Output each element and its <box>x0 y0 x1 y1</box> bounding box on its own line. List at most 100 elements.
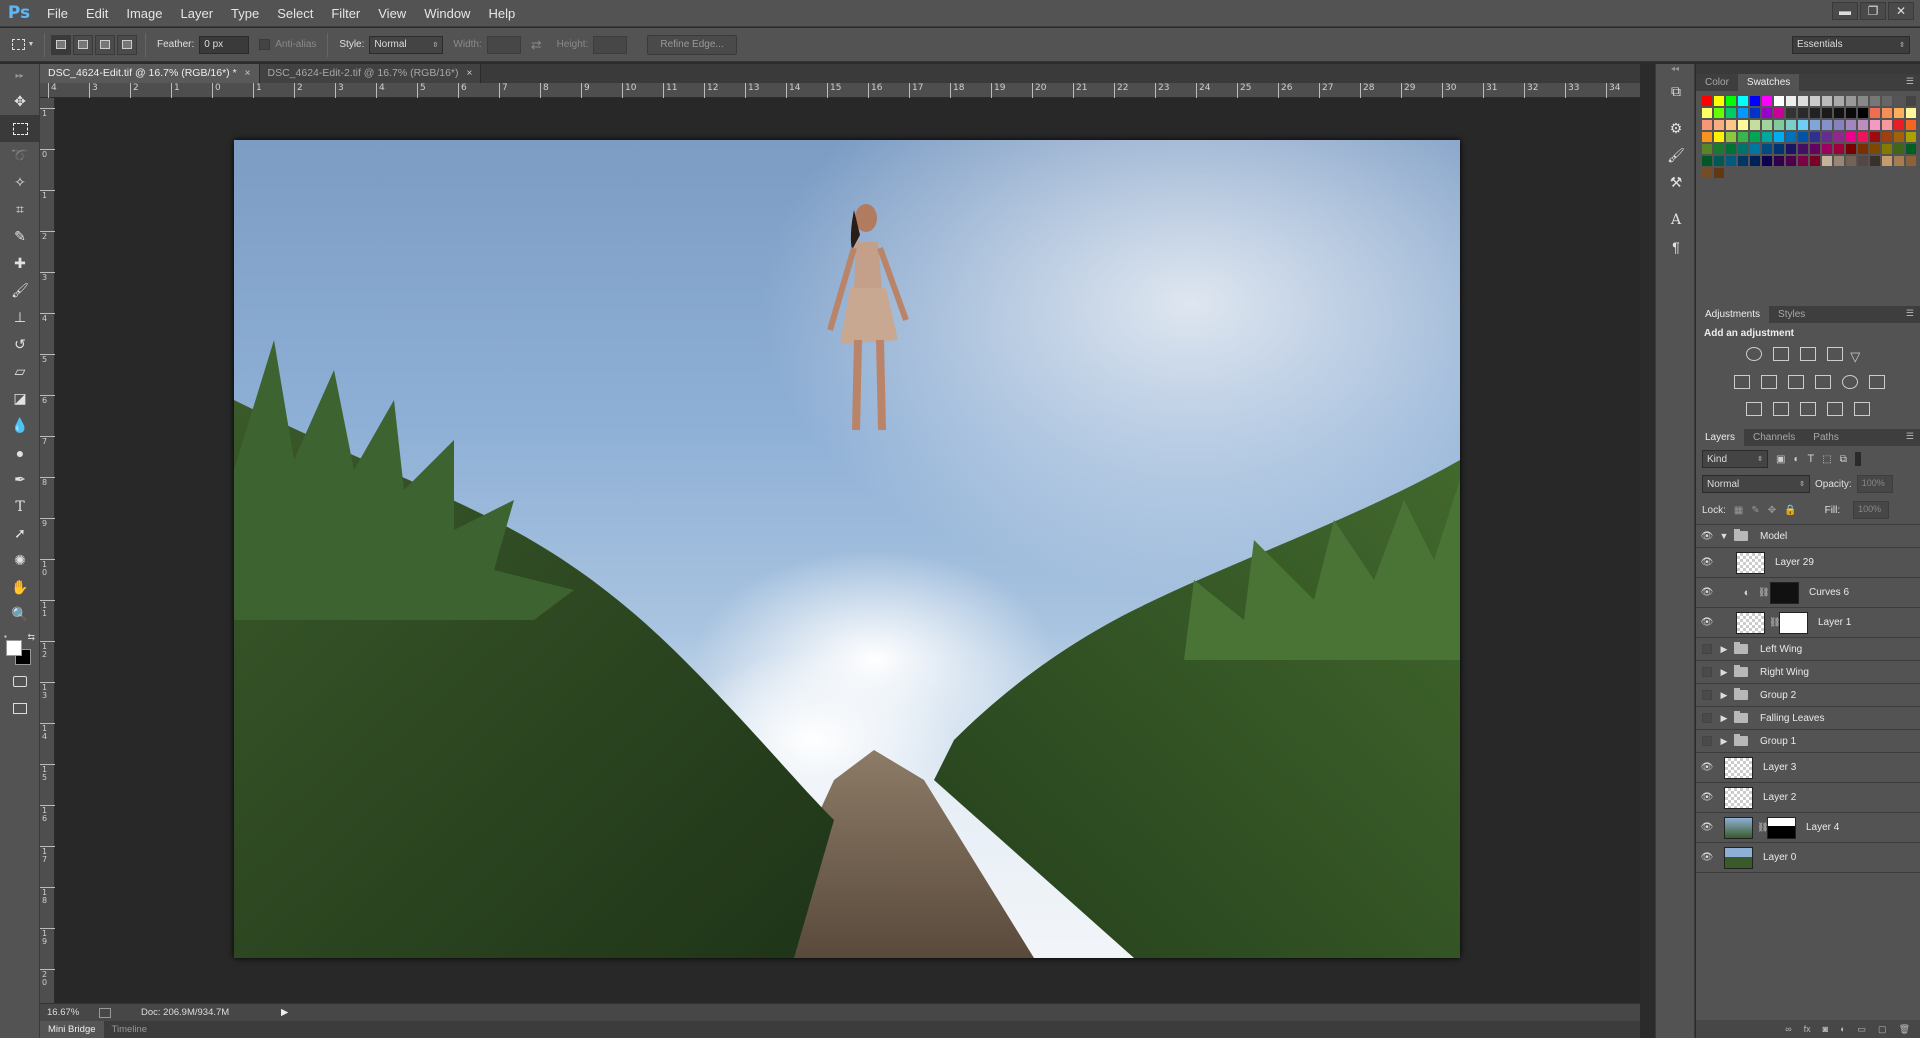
swatch[interactable] <box>1762 96 1772 106</box>
menu-help[interactable]: Help <box>479 0 524 27</box>
swatch[interactable] <box>1774 144 1784 154</box>
document-image[interactable] <box>234 140 1460 958</box>
layer-name[interactable]: Falling Leaves <box>1760 713 1824 724</box>
height-input[interactable] <box>593 35 628 54</box>
swatch[interactable] <box>1798 120 1808 130</box>
swatch[interactable] <box>1714 132 1724 142</box>
new-layer-icon[interactable]: ▢ <box>1878 1024 1887 1035</box>
magic-wand-icon[interactable]: ✧ <box>0 169 40 196</box>
foreground-color[interactable] <box>6 640 22 656</box>
layer-kind-filter[interactable]: Kind ⇳ <box>1702 450 1768 468</box>
tab-paths[interactable]: Paths <box>1804 429 1848 446</box>
mask-thumbnail[interactable] <box>1767 816 1796 839</box>
swatch[interactable] <box>1714 144 1724 154</box>
character-panel-icon[interactable]: A <box>1656 206 1696 233</box>
eye-icon[interactable]: 👁 <box>1696 557 1718 568</box>
channel-mixer-icon[interactable] <box>1842 375 1859 389</box>
layer-row[interactable]: 👁 ◐ ⛓ Curves 6 <box>1696 578 1920 608</box>
swatch[interactable] <box>1714 156 1724 166</box>
swatch[interactable] <box>1810 108 1820 118</box>
swatch[interactable] <box>1810 120 1820 130</box>
swatch[interactable] <box>1762 132 1772 142</box>
swatch[interactable] <box>1774 108 1784 118</box>
swap-dimensions-icon[interactable]: ⇄ <box>531 37 542 53</box>
swatch[interactable] <box>1822 120 1832 130</box>
swatch[interactable] <box>1738 144 1748 154</box>
swatch[interactable] <box>1834 120 1844 130</box>
zoom-level[interactable]: 16.67% <box>47 1007 95 1018</box>
swatch[interactable] <box>1750 120 1760 130</box>
refine-edge-button[interactable]: Refine Edge... <box>647 34 737 55</box>
swatch[interactable] <box>1786 108 1796 118</box>
brightness-icon[interactable] <box>1746 347 1762 361</box>
swatch[interactable] <box>1798 108 1808 118</box>
add-to-selection-button[interactable] <box>73 34 93 55</box>
status-menu-arrow-icon[interactable]: ▶ <box>281 1007 288 1018</box>
menu-filter[interactable]: Filter <box>322 0 369 27</box>
layer-row[interactable]: ▶ Falling Leaves <box>1696 707 1920 730</box>
layer-row[interactable]: ▶ Left Wing <box>1696 638 1920 661</box>
swatch[interactable] <box>1762 156 1772 166</box>
tab-document-1[interactable]: DSC_4624-Edit.tif @ 16.7% (RGB/16*) * × <box>40 64 260 83</box>
swatch[interactable] <box>1882 156 1892 166</box>
swatch[interactable] <box>1846 96 1856 106</box>
filter-smart-object-icon[interactable]: ⧉ <box>1840 454 1847 465</box>
swatch[interactable] <box>1834 108 1844 118</box>
tab-document-2[interactable]: DSC_4624-Edit-2.tif @ 16.7% (RGB/16*) × <box>259 64 482 83</box>
swatch[interactable] <box>1894 120 1904 130</box>
swatch[interactable] <box>1726 120 1736 130</box>
menu-view[interactable]: View <box>369 0 415 27</box>
swatch[interactable] <box>1726 108 1736 118</box>
panel-menu-icon[interactable]: ☰ <box>1906 308 1914 319</box>
hand-icon[interactable]: ✋ <box>0 574 40 601</box>
swatch[interactable] <box>1822 156 1832 166</box>
eye-icon[interactable]: 👁 <box>1696 617 1718 628</box>
opacity-input[interactable]: 100% <box>1856 475 1893 493</box>
hue-saturation-icon[interactable] <box>1734 375 1750 389</box>
status-info-icon[interactable] <box>99 1007 111 1018</box>
tab-styles[interactable]: Styles <box>1769 306 1814 323</box>
layer-name[interactable]: Group 2 <box>1760 690 1796 701</box>
custom-shape-icon[interactable]: ✺ <box>0 547 40 574</box>
lock-all-icon[interactable]: 🔒 <box>1784 505 1796 516</box>
layer-thumbnail[interactable] <box>1724 816 1753 839</box>
swatch[interactable] <box>1906 120 1916 130</box>
swatch[interactable] <box>1870 144 1880 154</box>
swatch[interactable] <box>1882 144 1892 154</box>
swatch[interactable] <box>1846 120 1856 130</box>
swatch[interactable] <box>1702 120 1712 130</box>
lasso-icon[interactable]: ➰ <box>0 142 40 169</box>
antialias-checkbox[interactable] <box>259 39 271 50</box>
visibility-toggle[interactable] <box>1696 713 1718 723</box>
new-adjustment-icon[interactable]: ◐ <box>1840 1024 1845 1034</box>
tab-layers[interactable]: Layers <box>1696 429 1745 446</box>
swatch[interactable] <box>1906 156 1916 166</box>
swatch[interactable] <box>1702 108 1712 118</box>
posterize-icon[interactable] <box>1773 402 1790 416</box>
tab-channels[interactable]: Channels <box>1744 429 1804 446</box>
close-icon[interactable]: × <box>245 64 251 83</box>
link-icon[interactable]: ⛓ <box>1769 617 1780 628</box>
swatch[interactable] <box>1786 96 1796 106</box>
swatch[interactable] <box>1882 108 1892 118</box>
swatch[interactable] <box>1870 132 1880 142</box>
swatch[interactable] <box>1858 96 1868 106</box>
layer-row[interactable]: 👁 Layer 3 <box>1696 753 1920 783</box>
menu-window[interactable]: Window <box>415 0 479 27</box>
swatch[interactable] <box>1834 144 1844 154</box>
swatch[interactable] <box>1738 108 1748 118</box>
move-tool-icon[interactable]: ✥ <box>0 88 40 115</box>
tab-swatches[interactable]: Swatches <box>1737 74 1800 91</box>
chevron-right-icon[interactable]: ▶ <box>1718 690 1730 701</box>
lock-position-icon[interactable]: ✥ <box>1768 505 1776 516</box>
layer-name[interactable]: Left Wing <box>1760 644 1802 655</box>
filter-toggle[interactable] <box>1854 452 1861 466</box>
mask-thumbnail[interactable] <box>1770 581 1799 604</box>
swatch[interactable] <box>1858 156 1868 166</box>
layer-name[interactable]: Model <box>1760 531 1787 542</box>
paragraph-panel-icon[interactable]: ¶ <box>1656 233 1696 260</box>
swatch[interactable] <box>1846 156 1856 166</box>
layer-row[interactable]: 👁 Layer 29 <box>1696 548 1920 578</box>
swatch[interactable] <box>1786 120 1796 130</box>
swatch[interactable] <box>1870 156 1880 166</box>
